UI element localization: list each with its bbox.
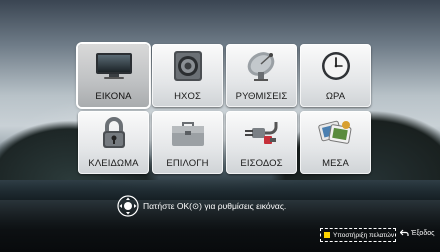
customer-support-button[interactable]: Υποστήριξη πελατών: [320, 228, 396, 242]
hint-text: Πατήστε ΟΚ(⊙) για ρυθμίσεις εικόνας.: [143, 200, 287, 211]
briefcase-icon: [165, 116, 211, 150]
exit-label: Έξοδος: [411, 229, 435, 237]
speaker-icon: [165, 49, 211, 83]
menu-item-label: ΩΡΑ: [325, 91, 346, 102]
media-icon: [313, 116, 359, 150]
menu-item-setup[interactable]: ΡΥΘΜΙΣΕΙΣ: [226, 44, 297, 107]
menu-item-option[interactable]: ΕΠΙΛΟΓΗ: [152, 111, 223, 174]
menu-item-label: ΕΙΣΟΔΟΣ: [240, 158, 283, 169]
yellow-key-icon: [324, 232, 330, 238]
remote-nav-icon: [117, 195, 139, 217]
menu-item-label: ΗΧΟΣ: [174, 91, 201, 102]
menu-item-label: ΚΛΕΙΔΩΜΑ: [88, 158, 139, 169]
lock-icon: [91, 116, 137, 150]
menu-item-label: ΕΠΙΛΟΓΗ: [166, 158, 209, 169]
menu-item-picture[interactable]: ΕΙΚΟΝΑ: [78, 44, 149, 107]
menu-item-input[interactable]: ΕΙΣΟΔΟΣ: [226, 111, 297, 174]
menu-item-sound[interactable]: ΗΧΟΣ: [152, 44, 223, 107]
cable-plug-icon: [239, 116, 285, 150]
menu-item-label: ΜΕΣΑ: [322, 158, 349, 169]
clock-icon: [313, 49, 359, 83]
menu-item-label: ΕΙΚΟΝΑ: [95, 91, 132, 102]
tv-menu-screen: ΕΙΚΟΝΑ ΗΧΟΣ ΡΥΘΜΙΣΕΙΣ ΩΡΑ ΚΛΕΙΔΩΜΑ ΕΠΙΛΟ…: [0, 0, 440, 252]
menu-item-lock[interactable]: ΚΛΕΙΔΩΜΑ: [78, 111, 149, 174]
main-menu-grid: ΕΙΚΟΝΑ ΗΧΟΣ ΡΥΘΜΙΣΕΙΣ ΩΡΑ ΚΛΕΙΔΩΜΑ ΕΠΙΛΟ…: [78, 44, 371, 174]
satellite-dish-icon: [239, 49, 285, 83]
hint-bar: Πατήστε ΟΚ(⊙) για ρυθμίσεις εικόνας.: [117, 195, 286, 217]
menu-item-time[interactable]: ΩΡΑ: [300, 44, 371, 107]
customer-support-label: Υποστήριξη πελατών: [333, 231, 395, 239]
return-arrow-icon: [400, 229, 409, 236]
exit-button[interactable]: Έξοδος: [400, 229, 435, 237]
menu-item-label: ΡΥΘΜΙΣΕΙΣ: [235, 91, 288, 102]
menu-item-media[interactable]: ΜΕΣΑ: [300, 111, 371, 174]
tv-icon: [91, 49, 137, 83]
